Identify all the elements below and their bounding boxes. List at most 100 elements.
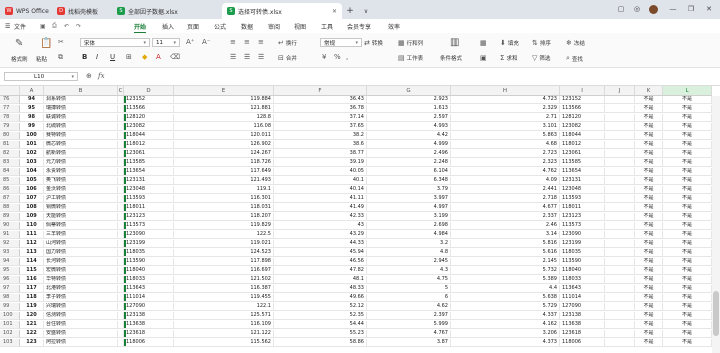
cell-flag-k[interactable]: 不是 bbox=[663, 195, 712, 203]
cell-code-h[interactable]: 128120 bbox=[560, 114, 605, 122]
cell-index[interactable]: 101 bbox=[20, 141, 44, 149]
cell-flag-j[interactable]: 不是 bbox=[635, 312, 663, 320]
cell-value-f[interactable]: 6.348 bbox=[367, 177, 451, 185]
cell-value-g[interactable]: 2.71 bbox=[451, 114, 560, 122]
cell-code-h[interactable]: 123199 bbox=[560, 240, 605, 248]
cell-value-e[interactable]: 54.44 bbox=[274, 321, 367, 329]
cell-bond-name[interactable]: 永贵转债 bbox=[44, 168, 118, 176]
cell-flag-j[interactable]: 不是 bbox=[635, 123, 663, 131]
cell-index[interactable]: 116 bbox=[20, 276, 44, 284]
tab-factor-data[interactable]: S 全部因子数据.xlsx bbox=[112, 3, 222, 19]
row-number[interactable]: 82 bbox=[0, 150, 20, 158]
cell-flag-k[interactable]: 不是 bbox=[663, 240, 712, 248]
cell-value-g[interactable]: 3.101 bbox=[451, 123, 560, 131]
cell-value-e[interactable]: 40.05 bbox=[274, 168, 367, 176]
cell-value-f[interactable]: 2.248 bbox=[367, 159, 451, 167]
cell-code-h[interactable]: 113643 bbox=[560, 285, 605, 293]
fill-button[interactable]: ⬇ 填充 bbox=[500, 39, 519, 47]
cell-flag-j[interactable]: 不是 bbox=[635, 339, 663, 347]
cell-flag-k[interactable]: 不是 bbox=[663, 141, 712, 149]
cell-price[interactable]: 124.523 bbox=[174, 249, 274, 257]
cell-bond-code[interactable]: 123152 bbox=[124, 96, 174, 104]
cell-price[interactable]: 119.021 bbox=[174, 240, 274, 248]
italic-icon[interactable]: I bbox=[96, 53, 98, 61]
cell-index[interactable]: 100 bbox=[20, 132, 44, 140]
row-number[interactable]: 93 bbox=[0, 249, 20, 257]
row-number[interactable]: 98 bbox=[0, 294, 20, 302]
cell-index[interactable]: 118 bbox=[20, 294, 44, 302]
cell-value-f[interactable]: 2.397 bbox=[367, 312, 451, 320]
cell-value-e[interactable]: 46.56 bbox=[274, 258, 367, 266]
cell-flag-k[interactable]: 不是 bbox=[663, 249, 712, 257]
cell-bond-name[interactable]: 宏微转债 bbox=[44, 267, 118, 275]
column-header-i[interactable]: I bbox=[560, 86, 605, 96]
name-box[interactable]: L10 ▾ bbox=[4, 72, 78, 81]
cell-index[interactable]: 109 bbox=[20, 213, 44, 221]
cell-code-h[interactable]: 123082 bbox=[560, 123, 605, 131]
row-number[interactable]: 79 bbox=[0, 123, 20, 131]
cell-code-h[interactable]: 118012 bbox=[560, 141, 605, 149]
column-header-e[interactable]: E bbox=[174, 86, 274, 96]
cell-price[interactable]: 125.571 bbox=[174, 312, 274, 320]
cell-value-f[interactable]: 4.3 bbox=[367, 267, 451, 275]
cell-flag-j[interactable]: 不是 bbox=[635, 222, 663, 230]
cell-blank[interactable] bbox=[605, 213, 635, 221]
minimize-icon[interactable]: — bbox=[666, 2, 680, 16]
cell-bond-name[interactable]: 微芯转债 bbox=[44, 141, 118, 149]
function-icon[interactable]: fx bbox=[98, 72, 105, 80]
cell-value-f[interactable]: 3.199 bbox=[367, 213, 451, 221]
cell-index[interactable]: 105 bbox=[20, 177, 44, 185]
cell-flag-j[interactable]: 不是 bbox=[635, 231, 663, 239]
cell-index[interactable]: 104 bbox=[20, 168, 44, 176]
new-tab-button[interactable]: + bbox=[342, 3, 358, 19]
cell-value-g[interactable]: 2.46 bbox=[451, 222, 560, 230]
cell-value-f[interactable]: 3.2 bbox=[367, 240, 451, 248]
cell-code-h[interactable]: 123123 bbox=[560, 213, 605, 221]
row-number[interactable]: 96 bbox=[0, 276, 20, 284]
column-header-l[interactable]: L bbox=[663, 86, 712, 96]
cell-bond-name[interactable]: 阿拉转债 bbox=[44, 339, 118, 347]
cell-price[interactable]: 122.1 bbox=[174, 303, 274, 311]
cell-code-h[interactable]: 118035 bbox=[560, 249, 605, 257]
cell-bond-name[interactable]: 台住转债 bbox=[44, 321, 118, 329]
align-middle-icon[interactable]: ≡ bbox=[244, 38, 250, 46]
cell-price[interactable]: 121.122 bbox=[174, 330, 274, 338]
cell-bond-name[interactable]: 赛特转债 bbox=[44, 132, 118, 140]
cell-value-g[interactable]: 4.373 bbox=[451, 339, 560, 347]
cell-value-e[interactable]: 49.66 bbox=[274, 294, 367, 302]
cell-value-f[interactable]: 1.613 bbox=[367, 105, 451, 113]
cell-bond-name[interactable]: 航新转债 bbox=[44, 150, 118, 158]
cell-price[interactable]: 122.5 bbox=[174, 231, 274, 239]
cell-flag-j[interactable]: 不是 bbox=[635, 168, 663, 176]
cell-bond-name[interactable]: 联诚转债 bbox=[44, 114, 118, 122]
conditional-format-icon[interactable]: ▥ bbox=[450, 37, 459, 48]
merge-button[interactable]: ⊟ 合并 bbox=[278, 54, 297, 62]
cell-price[interactable]: 115.562 bbox=[174, 339, 274, 347]
cell-value-g[interactable]: 4.09 bbox=[451, 177, 560, 185]
cell-index[interactable]: 111 bbox=[20, 231, 44, 239]
cell-blank[interactable] bbox=[605, 249, 635, 257]
cell-bond-code[interactable]: 113638 bbox=[124, 321, 174, 329]
row-number[interactable]: 89 bbox=[0, 213, 20, 221]
convert-button[interactable]: ⇄ 转换 bbox=[364, 39, 383, 47]
cell-value-e[interactable]: 45.94 bbox=[274, 249, 367, 257]
cell-flag-j[interactable]: 不是 bbox=[635, 330, 663, 338]
row-number[interactable]: 99 bbox=[0, 303, 20, 311]
cell-flag-k[interactable]: 不是 bbox=[663, 105, 712, 113]
row-number[interactable]: 80 bbox=[0, 132, 20, 140]
cell-value-g[interactable]: 4.762 bbox=[451, 168, 560, 176]
column-header-h[interactable]: H bbox=[451, 86, 560, 96]
cell-blank[interactable] bbox=[605, 168, 635, 176]
cell-index[interactable]: 98 bbox=[20, 114, 44, 122]
row-number[interactable]: 86 bbox=[0, 186, 20, 194]
border-icon[interactable]: ⊞ bbox=[126, 53, 132, 61]
sum-button[interactable]: Σ 求和 bbox=[500, 54, 517, 62]
cell-value-g[interactable]: 5.616 bbox=[451, 249, 560, 257]
align-right-icon[interactable]: ☰ bbox=[258, 53, 264, 61]
cell-value-f[interactable]: 2.597 bbox=[367, 114, 451, 122]
cell-flag-k[interactable]: 不是 bbox=[663, 222, 712, 230]
tab-select-bonds[interactable]: S 选择可转债.xlsx ✕ bbox=[222, 3, 342, 19]
close-tab-icon[interactable]: ✕ bbox=[332, 8, 337, 15]
cell-flag-j[interactable]: 不是 bbox=[635, 294, 663, 302]
cell-code-h[interactable]: 113593 bbox=[560, 195, 605, 203]
